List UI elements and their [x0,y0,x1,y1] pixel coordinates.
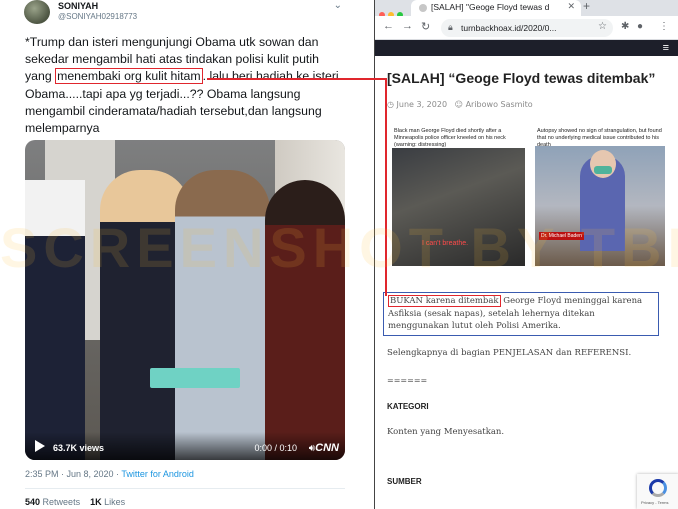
image-right: Autopsy showed no sign of strangulation,… [535,126,667,274]
tweet-text: *Trump dan isteri mengunjungi Obama utk … [25,34,345,137]
divider [25,488,345,489]
recaptcha-badge[interactable]: Privacy - Terms [637,474,678,509]
likes-label[interactable]: Likes [104,497,125,507]
image-left-quote: I can't breathe. [422,240,469,247]
article-title: [SALAH] “Geoge Floyd tewas ditembak” [387,70,656,86]
avatar[interactable] [24,0,50,24]
site-header: ≡ [375,40,678,56]
tweet-timestamp[interactable]: 2:35 PM · Jun 8, 2020 · [25,469,121,479]
clock-icon: ◷ [387,100,394,109]
connector-line [207,78,387,80]
browser-window: [SALAH] "Geoge Floyd tewas d ✕ + ← → ↻ 🔒… [374,0,678,509]
video-time: 0:00 / 0:10 [254,443,297,453]
new-tab-icon[interactable]: + [583,0,590,13]
tab-title: [SALAH] "Geoge Floyd tewas d [431,2,550,12]
article-more: Selengkapnya di bagian PENJELASAN dan RE… [387,348,632,358]
hamburger-icon[interactable]: ≡ [663,42,669,54]
reload-icon[interactable]: ↻ [421,20,430,33]
image-right-photo: Dr. Michael Baden [535,146,665,266]
bookmark-star-icon[interactable]: ☆ [598,21,607,32]
video-scene-person [175,170,270,460]
tab-active[interactable]: [SALAH] "Geoge Floyd tewas d ✕ [411,0,581,16]
tweet-highlight: menembaki org kulit hitam [55,68,203,85]
video-scene-marine [25,180,85,460]
tweet-video[interactable]: 63.7K views 0:00 / 0:10 🔊︎ CNN [25,140,345,460]
tweet-author-name[interactable]: SONIYAH [58,1,98,11]
likes-count[interactable]: 1K [90,497,102,507]
image-right-name: Dr. Michael Baden [539,232,584,240]
tab-bar: [SALAH] "Geoge Floyd tewas d ✕ + [375,0,678,18]
image-mask [594,166,612,174]
category-value: Konten yang Menyesatkan. [387,427,505,437]
profile-icon[interactable]: ● [637,21,643,32]
recaptcha-text[interactable]: Privacy - Terms [641,500,668,505]
article-excerpt: BUKAN karena ditembak George Floyd menin… [383,292,659,336]
volume-icon[interactable]: 🔊︎ [309,443,315,454]
article-author[interactable]: Aribowo Sasmito [466,100,533,109]
menu-icon[interactable]: ⋮ [659,21,669,32]
tweet-meta: 2:35 PM · Jun 8, 2020 · Twitter for Andr… [25,469,194,479]
lock-icon: 🔒︎ [448,22,453,32]
article-image: Black man George Floyd died shortly afte… [392,126,667,274]
user-icon: ☺ [454,100,464,109]
video-scene-gift-box [150,368,240,388]
retweets-label[interactable]: Retweets [43,497,81,507]
cnn-logo: CNN [315,442,339,454]
image-left: Black man George Floyd died shortly afte… [392,126,527,274]
retweets-count[interactable]: 540 [25,497,40,507]
recaptcha-icon [649,479,667,497]
separator: ====== [387,376,428,385]
play-icon[interactable] [35,440,45,452]
gutter [358,0,374,509]
tweet-header: SONIYAH @SONIYAH02918773 ⌄ [24,0,354,26]
source-heading: SUMBER [387,477,422,486]
image-left-caption: Black man George Floyd died shortly afte… [394,128,506,148]
video-views: 63.7K views [53,443,105,453]
forward-icon[interactable]: → [402,20,413,32]
tweet-stats: 540 Retweets 1K Likes [25,497,125,507]
extensions-icon[interactable]: ✱ [621,21,629,32]
close-icon[interactable]: ✕ [567,1,575,12]
video-scene-person [265,180,345,460]
category-heading: KATEGORI [387,402,429,411]
image-left-photo: I can't breathe. [392,148,525,266]
tweet-source-link[interactable]: Twitter for Android [121,469,194,479]
address-bar[interactable]: 🔒︎ turnbackhoax.id/2020/0... ☆ [441,19,613,37]
back-icon[interactable]: ← [383,20,394,32]
chevron-down-icon[interactable]: ⌄ [334,0,342,11]
tweet-panel: SONIYAH @SONIYAH02918773 ⌄ *Trump dan is… [0,0,358,509]
connector-line [385,78,387,296]
excerpt-highlight: BUKAN karena ditembak [388,295,501,307]
article-meta: ◷ June 3, 2020 ☺ Aribowo Sasmito [387,100,533,109]
favicon-icon [419,4,427,12]
tweet-author-handle[interactable]: @SONIYAH02918773 [58,12,137,21]
browser-toolbar: ← → ↻ 🔒︎ turnbackhoax.id/2020/0... ☆ ✱ ●… [375,16,678,40]
url-text[interactable]: turnbackhoax.id/2020/0... [461,23,591,33]
article-date[interactable]: June 3, 2020 [397,100,448,109]
